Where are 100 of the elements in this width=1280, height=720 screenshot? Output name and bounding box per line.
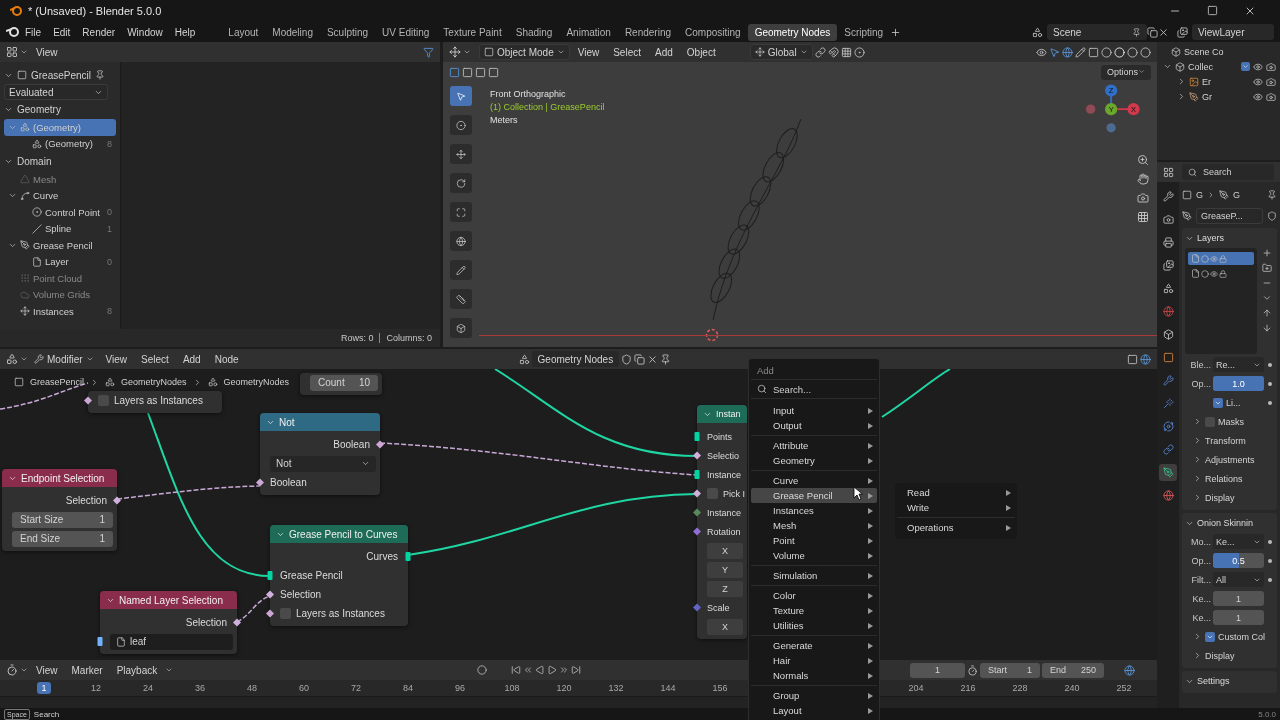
view-layer-field[interactable]: ViewLayer — [1192, 24, 1274, 40]
menu-item[interactable]: Add — [176, 350, 207, 369]
tree-item[interactable]: Curve — [4, 187, 116, 204]
workspace-tab[interactable]: Layout — [221, 23, 266, 41]
outliner-item[interactable]: Er — [1202, 76, 1211, 87]
node-header[interactable]: Grease Pencil to Curves — [270, 525, 408, 544]
menu-item[interactable]: Group — [751, 688, 877, 703]
menu-item[interactable]: Render — [76, 23, 122, 41]
panel-header[interactable]: Onion Skinnin — [1185, 515, 1274, 531]
menu-item[interactable]: Utilities — [751, 618, 877, 633]
breadcrumb[interactable]: GeometryNodes — [121, 377, 187, 388]
menu-item[interactable]: Node — [208, 350, 245, 369]
menu-item[interactable]: Texture — [751, 603, 877, 618]
number-field[interactable]: 1 — [1213, 591, 1264, 606]
menu-item[interactable]: File — [19, 23, 48, 41]
tree-item[interactable]: Grease Pencil — [4, 237, 116, 254]
workspace-tab[interactable]: Geometry Nodes — [747, 23, 838, 41]
breadcrumb[interactable]: GeometryNodes — [223, 377, 290, 388]
menu-item[interactable]: Grease Pencil — [751, 488, 877, 503]
menu-item[interactable]: Layout — [751, 703, 877, 718]
scene-field[interactable]: Scene — [1047, 24, 1147, 40]
outliner-item[interactable]: Scene Co — [1184, 46, 1224, 57]
menu-item[interactable]: Point — [751, 533, 877, 548]
current-frame-field[interactable]: 1 — [910, 662, 965, 678]
tree-item[interactable]: Instances 8 — [4, 303, 116, 320]
menu-item[interactable]: Simulation — [751, 568, 877, 583]
vector-field[interactable]: Y — [707, 561, 743, 578]
menu-item[interactable]: Mesh — [751, 518, 877, 533]
outliner-item[interactable]: Gr — [1202, 91, 1212, 102]
menu-item[interactable]: Normals — [751, 668, 877, 683]
menu-item[interactable]: Output — [751, 418, 877, 433]
slider-field[interactable]: 0.5 — [1213, 553, 1264, 568]
subpanel-header[interactable]: Relations — [1185, 470, 1274, 487]
workspace-tab[interactable]: Texture Paint — [436, 23, 509, 41]
tree-item[interactable]: Control Point 0 — [4, 204, 116, 221]
number-field[interactable]: End Size 1 — [12, 530, 113, 547]
menu-item[interactable]: Operations — [897, 520, 1015, 535]
orientation-dropdown[interactable]: Global — [749, 44, 813, 60]
options-button[interactable]: Options — [1100, 64, 1151, 80]
node-group-field[interactable]: Geometry Nodes — [531, 351, 620, 368]
panel-header[interactable]: Settings — [1185, 673, 1274, 689]
dropdown[interactable]: Not — [270, 455, 376, 472]
dropdown[interactable]: Ke... — [1213, 534, 1264, 549]
datablock-field[interactable]: GreaseP... — [1196, 208, 1263, 224]
tree-item[interactable]: (Geometry) 8 — [4, 135, 116, 152]
menu-item[interactable]: Read — [897, 485, 1015, 500]
number-field[interactable]: Start Size 1 — [12, 511, 113, 528]
start-frame-field[interactable]: Start 1 — [980, 662, 1040, 678]
node-header[interactable]: Endpoint Selection — [2, 469, 117, 488]
menu-item[interactable]: Write — [897, 500, 1015, 515]
subpanel-header[interactable]: Transform — [1185, 432, 1274, 449]
workspace-tab[interactable]: Sculpting — [319, 23, 376, 41]
outliner-item[interactable]: Collec — [1188, 61, 1213, 72]
dropdown[interactable]: All — [1213, 572, 1264, 587]
menu-item[interactable]: Attribute — [751, 438, 877, 453]
vector-field[interactable]: X — [707, 542, 743, 559]
panel-header[interactable]: Layers — [1185, 230, 1274, 246]
number-field[interactable]: Count 10 — [310, 374, 378, 391]
workspace-tab[interactable]: Animation — [559, 23, 618, 41]
menu-item[interactable]: View — [30, 661, 64, 680]
menu-item[interactable]: Curve — [751, 473, 877, 488]
menu-item[interactable]: View — [99, 350, 134, 369]
workspace-tab[interactable]: Shading — [508, 23, 560, 41]
text-field[interactable]: leaf — [110, 633, 233, 650]
menu-item[interactable]: Add — [649, 43, 679, 61]
menu-item[interactable]: View — [571, 43, 606, 61]
menu-item[interactable]: Object — [680, 43, 722, 61]
menu-item[interactable]: Select — [607, 43, 647, 61]
number-field[interactable]: 1 — [1213, 610, 1264, 625]
menu-item[interactable]: Instances — [751, 503, 877, 518]
menu-item[interactable]: Input — [751, 403, 877, 418]
menu-item[interactable]: View — [30, 43, 64, 61]
menu-item[interactable]: Volume — [751, 548, 877, 563]
node-header[interactable]: Not — [260, 413, 380, 432]
end-frame-field[interactable]: End 250 — [1042, 662, 1104, 678]
subpanel-header[interactable]: Custom Col — [1185, 628, 1274, 645]
checkbox-option[interactable]: Li... — [1213, 397, 1264, 408]
menu-item[interactable]: Marker — [65, 661, 109, 680]
section-title[interactable]: Domain — [17, 156, 52, 167]
subpanel-header[interactable]: Masks — [1185, 413, 1274, 430]
workspace-tab[interactable]: UV Editing — [375, 23, 437, 41]
breadcrumb[interactable]: GreasePencil — [30, 377, 85, 388]
workspace-tab[interactable]: Modeling — [265, 23, 320, 41]
slider-field[interactable]: 1.0 — [1213, 376, 1264, 391]
workspace-tab[interactable]: Rendering — [617, 23, 679, 41]
mode-dropdown[interactable]: Object Mode — [479, 44, 570, 60]
menu-item[interactable]: Playback — [110, 661, 164, 680]
dropdown[interactable]: Re... — [1213, 357, 1264, 372]
subpanel-header[interactable]: Display — [1185, 647, 1274, 664]
search-field[interactable]: Search... — [771, 382, 861, 396]
workspace-tab[interactable]: Scripting — [837, 23, 891, 41]
subpanel-header[interactable]: Display — [1185, 489, 1274, 506]
tree-item[interactable]: Spline 1 — [4, 220, 116, 237]
mode-dropdown[interactable]: Evaluated — [4, 84, 108, 100]
tree-item[interactable]: Layer 0 — [4, 253, 116, 270]
section-title[interactable]: Geometry — [17, 104, 61, 115]
menu-item[interactable]: Edit — [47, 23, 77, 41]
search-field[interactable]: Search — [1182, 164, 1274, 180]
menu-item[interactable]: Geometry — [751, 453, 877, 468]
workspace-tab[interactable]: Compositing — [678, 23, 748, 41]
